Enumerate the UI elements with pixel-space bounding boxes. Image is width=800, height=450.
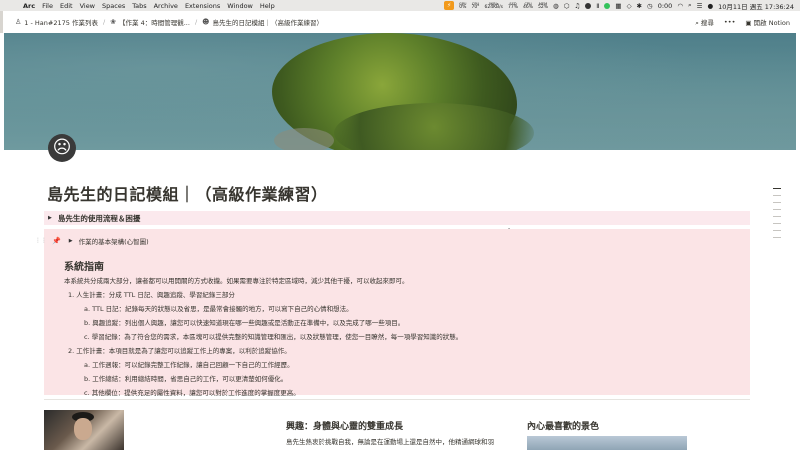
pushpin-icon[interactable]: 📌 <box>52 237 61 245</box>
control-center-icon[interactable]: ☰ <box>697 2 703 10</box>
page-emoji-icon[interactable]: ☹ <box>48 134 76 162</box>
stat-ssd[interactable]: SSD 77% <box>508 2 518 10</box>
siri-icon[interactable]: ● <box>707 2 713 10</box>
interest-text: 島先生熱衷於挑戰自我，無論是在運動場上還是自然中，他精通網球和羽 <box>286 438 494 446</box>
menu-view[interactable]: View <box>80 2 95 10</box>
callout-block[interactable]: ⋮⋮ 📌 ▶ 作業的基本架構(心智圖) 系統指南 本系統共分成兩大部分，讓者都可… <box>35 229 750 397</box>
status-area: ⚡ GPU 0% CPU 70° 0KB/s 624KB/s SSD 77% CPU 46… <box>444 0 794 11</box>
stat-cpu-temp[interactable]: CPU 70° <box>472 2 480 10</box>
breadcrumb: ♙ 1 - Han#2175 作業列表 / ❀ 【作業 4：時間管理觀... /… <box>15 17 323 27</box>
avatar-icon: ☻ <box>202 18 210 26</box>
wifi-icon[interactable]: ◠ <box>677 2 683 10</box>
macos-menu-bar: Arc File Edit View Spaces Tabs Archive E… <box>0 0 800 11</box>
breadcrumb-item-2[interactable]: 【作業 4：時間管理觀... <box>119 17 190 27</box>
breadcrumb-separator: / <box>194 18 198 26</box>
photo-face <box>74 418 92 440</box>
open-in-notion-button[interactable]: ▣ 開啟 Notion <box>745 17 790 27</box>
shield-outline-icon[interactable]: ◇ <box>627 2 632 10</box>
search-button[interactable]: ⌕ 搜尋 <box>695 17 714 28</box>
profile-photo[interactable] <box>44 410 124 450</box>
stat-mem[interactable]: MEM 52% <box>538 2 548 10</box>
menu-archive[interactable]: Archive <box>154 2 178 10</box>
page-icon: ❀ <box>110 18 117 26</box>
timer-readout[interactable]: 0:00 <box>658 2 673 10</box>
stat-cpu[interactable]: CPU 46% <box>523 2 533 10</box>
grid-icon[interactable]: ▦ <box>615 2 621 10</box>
more-button[interactable]: ••• <box>724 18 736 26</box>
breadcrumb-separator: / <box>102 18 106 26</box>
stat-network[interactable]: 0KB/s 624KB/s <box>484 2 503 10</box>
pause-icon[interactable]: Ⅱ <box>596 2 599 10</box>
menu-app-name[interactable]: Arc <box>23 2 35 10</box>
stat-gpu[interactable]: GPU 0% <box>459 2 466 10</box>
interest-heading: 興趣：身體與心靈的雙重成長 <box>286 422 404 432</box>
toggle-heading[interactable]: ▶ 島先生的使用流程＆困擾 <box>44 211 750 225</box>
search-icon[interactable]: ⌕ <box>688 1 692 10</box>
shield-icon[interactable]: ⬡ <box>564 2 570 10</box>
outline-marker[interactable] <box>773 195 781 196</box>
notion-topbar: ♙ 1 - Han#2175 作業列表 / ❀ 【作業 4：時間管理觀... /… <box>0 11 800 33</box>
notion-icon: ▣ <box>745 19 754 27</box>
outline-marker[interactable] <box>773 237 781 238</box>
divider <box>44 399 750 400</box>
menu-extensions[interactable]: Extensions <box>185 2 220 10</box>
scene-image[interactable] <box>527 436 687 450</box>
breadcrumb-item-3[interactable]: 島先生的日記模組｜（高級作業練習） <box>212 17 323 27</box>
list-item: 1. 人生計畫：分成 TTL 日記、興趣追蹤、學習紀錄三部分 <box>68 291 235 299</box>
topbar-actions: ⌕ 搜尋 ••• ▣ 開啟 Notion <box>695 11 790 33</box>
outline-marker[interactable] <box>773 216 781 217</box>
toggle-heading-label: 島先生的使用流程＆困擾 <box>57 213 141 223</box>
mic-icon[interactable]: ◍ <box>553 2 559 10</box>
menu-help[interactable]: Help <box>260 2 275 10</box>
menu-window[interactable]: Window <box>227 2 253 10</box>
cover-rocks <box>274 128 334 150</box>
list-item: b. 工作總結：利用總結時間，省思自己的工作，可以更清楚如何優化。 <box>84 375 288 383</box>
list-item: a. 工作週報：可以紀錄完整工作紀錄，讓自己回顧一下自己的工作經歷。 <box>84 361 294 369</box>
stopwatch-icon[interactable]: ◷ <box>647 2 653 10</box>
bell-icon[interactable]: ♫ <box>574 2 580 10</box>
list-item: c. 其他欄位：提供充足的屬性資料，讓您可以對於工作進度的掌握度更高。 <box>84 389 300 397</box>
cover-image[interactable] <box>4 33 796 150</box>
menu-spaces[interactable]: Spaces <box>102 2 125 10</box>
callout-header: 📌 ▶ 作業的基本架構(心智圖) <box>52 236 149 246</box>
bluetooth-icon[interactable]: ✱ <box>637 2 642 10</box>
menu-tabs[interactable]: Tabs <box>132 2 146 10</box>
callout-toggle-label[interactable]: 作業的基本架構(心智圖) <box>79 236 149 246</box>
breadcrumb-item-1[interactable]: 1 - Han#2175 作業列表 <box>24 17 98 27</box>
list-item: a. TTL 日記：紀錄每天的狀態以及省思，是最常會接觸的地方，可以寫下自己的心… <box>84 305 353 313</box>
outline-marker[interactable] <box>773 223 781 224</box>
page-outline-nav[interactable] <box>773 188 781 244</box>
drag-handle-icon[interactable]: ⋮⋮ <box>35 237 47 244</box>
workspace-icon: ♙ <box>15 18 22 26</box>
page-title[interactable]: 島先生的日記模組｜（高級作業練習） <box>47 181 328 205</box>
outline-marker[interactable] <box>773 209 781 210</box>
record-icon[interactable] <box>585 2 592 9</box>
menu-file[interactable]: File <box>42 2 53 10</box>
clock-datetime[interactable]: 10月11日 週五 17:36:24 <box>718 1 794 11</box>
lightning-icon[interactable]: ⚡ <box>444 1 455 10</box>
scene-heading: 內心最喜歡的景色 <box>527 422 600 432</box>
list-item: c. 學習紀錄：為了符合您的需求，本區塊可以提供完整的知識管理和匯出，以及狀態管… <box>84 333 463 341</box>
toggle-triangle-icon[interactable]: ▶ <box>48 215 52 221</box>
menu-edit[interactable]: Edit <box>60 2 73 10</box>
list-item: 2. 工作計畫：本項目就是為了讓您可以追蹤工作上的專案，以利於追蹤協作。 <box>68 347 291 355</box>
spotify-icon[interactable] <box>604 2 611 9</box>
outline-marker[interactable] <box>773 202 781 203</box>
section-title: 系統指南 <box>64 262 104 273</box>
outline-marker[interactable] <box>773 230 781 231</box>
list-item: b. 興趣追蹤：列出個人興趣，讓您可以快速知道現在哪一些興趣或是活動正在準備中，… <box>84 319 405 327</box>
outline-marker-active[interactable] <box>773 188 781 189</box>
section-description: 本系統共分成兩大部分，讓者都可以用開關的方式收攏。如果需要專注於特定區域時，減少… <box>64 277 409 285</box>
toggle-triangle-icon[interactable]: ▶ <box>69 238 73 244</box>
